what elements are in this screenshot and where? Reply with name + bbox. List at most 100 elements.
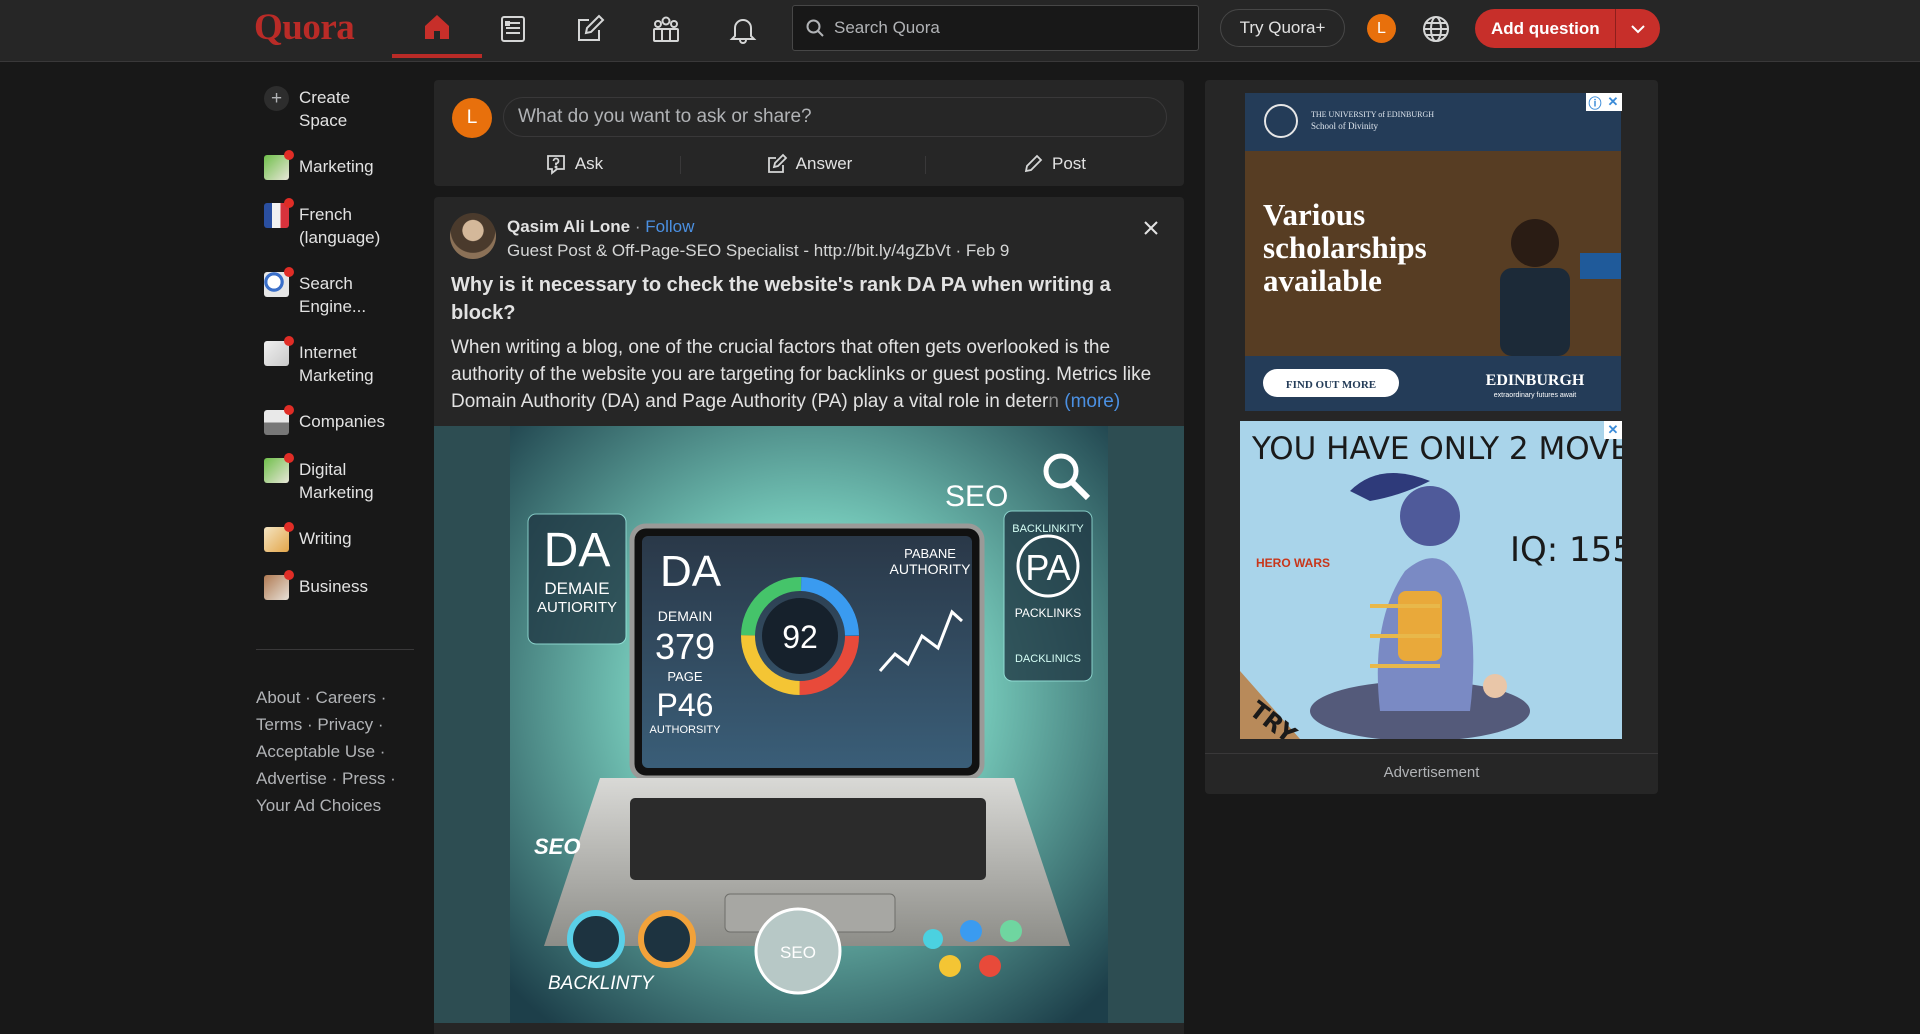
footer-link-terms[interactable]: Terms [256,715,302,734]
sidebar-item-business[interactable]: Business [256,569,416,607]
ad-close-icon[interactable]: ✕ [1604,421,1622,439]
page-authority-label: AUTHORSITY [650,724,722,736]
page-label: PAGE [667,669,702,684]
footer-link-careers[interactable]: Careers [316,688,376,707]
create-space-button[interactable]: + Create Space [256,80,416,139]
ad1-cta-label: FIND OUT MORE [1286,379,1376,391]
ad-info-icon[interactable]: ⓘ [1586,93,1604,111]
post-button[interactable]: Post [994,147,1114,181]
author-avatar[interactable] [450,213,496,259]
sidebar-item-label: Business [299,577,368,596]
sidebar-item-label: Companies [299,412,385,431]
ask-icon [546,155,565,175]
footer-link-press[interactable]: Press [342,769,385,788]
gauge-value: 92 [782,619,818,655]
footer-link-ad-choices[interactable]: Your Ad Choices [256,796,381,815]
ad1-school: School of Divinity [1311,121,1378,131]
answer-label: Answer [795,154,853,173]
unread-dot [284,453,294,463]
marketing-space-icon [264,150,294,180]
footer-link-privacy[interactable]: Privacy [317,715,373,734]
feed-post-card: Qasim Ali Lone · Follow Guest Post & Off… [434,197,1184,1034]
digital-marketing-space-icon [264,453,294,483]
answer-button[interactable]: Answer [734,147,884,181]
advertisement-column: THE UNIVERSITY of EDINBURGH School of Di… [1205,80,1658,794]
try-quora-plus-button[interactable]: Try Quora+ [1220,9,1345,47]
spaces-sidebar: + Create Space Marketing French (languag… [256,80,416,617]
add-question-button[interactable]: Add question [1475,9,1660,48]
user-avatar[interactable]: L [452,98,492,138]
chevron-down-icon[interactable] [1616,20,1660,38]
seo-laptop-illustration: DA DEMAIE AUTIORITY SEO BACKLINKITY PA P… [510,426,1108,1023]
ad2-hero [1483,674,1507,698]
separator-dot: · [630,217,646,236]
more-link[interactable]: (more) [1064,391,1120,412]
follow-link[interactable]: Follow [645,217,694,236]
packlinks-label: PACKLINKS [1015,606,1081,620]
ad-close-icon[interactable]: ✕ [1604,93,1622,111]
user-avatar[interactable]: L [1367,14,1396,43]
edinburgh-ad[interactable]: THE UNIVERSITY of EDINBURGH School of Di… [1245,93,1621,411]
footer-link-advertise[interactable]: Advertise [256,769,327,788]
search-input[interactable] [834,18,1174,38]
author-credential[interactable]: Guest Post & Off-Page-SEO Specialist - h… [507,241,1009,261]
screen-da-label: DA [660,547,722,596]
footer-link-about[interactable]: About [256,688,300,707]
answer-divider [925,156,926,174]
unread-dot [284,267,294,277]
business-space-icon [264,570,294,600]
ad2-iq: IQ: 155 [1510,530,1622,570]
close-icon[interactable] [1138,215,1164,241]
seo-top-label: SEO [945,480,1008,513]
unread-dot [284,336,294,346]
autiority-label: AUTIORITY [537,599,617,616]
bottom-button-4 [939,955,961,977]
quora-logo[interactable]: Quora [254,6,355,49]
sidebar-footer-links: About · Careers · Terms · Privacy · Acce… [256,688,396,815]
sidebar-item-search-engine[interactable]: Search Engine... [256,266,416,325]
sidebar-item-label: Digital Marketing [299,460,374,502]
ad1-blue-block [1580,253,1621,279]
sidebar-item-marketing[interactable]: Marketing [256,149,416,187]
ask-button[interactable]: Ask [514,147,634,181]
ask-divider [680,156,681,174]
sidebar-item-companies[interactable]: Companies [256,404,416,442]
globe-icon[interactable] [1420,13,1452,45]
ad2-headline: YOU HAVE ONLY 2 MOVES [1251,431,1622,467]
add-question-label: Add question [1491,18,1600,38]
sidebar-item-writing[interactable]: Writing [256,521,416,559]
backlinkity-top-label: BACKLINKITY [1012,523,1084,535]
search-box[interactable] [792,5,1199,51]
ad2-game-logo: HERO WARS [1256,556,1330,570]
ad1-university: THE UNIVERSITY of EDINBURGH [1311,110,1434,119]
dacklinics-label: DACKLINICS [1015,653,1081,665]
post-image[interactable]: DA DEMAIE AUTIORITY SEO BACKLINKITY PA P… [434,426,1184,1023]
answer-body[interactable]: When writing a blog, one of the crucial … [451,334,1171,415]
search-icon [806,19,824,37]
seo-button-label: SEO [780,943,816,962]
ask-share-input[interactable]: What do you want to ask or share? [503,97,1167,137]
author-name[interactable]: Qasim Ali Lone [507,217,630,236]
ask-label: Ask [574,154,604,173]
backlinty-label: BACKLINTY [548,973,655,994]
sidebar-item-internet-marketing[interactable]: Internet Marketing [256,335,416,394]
authority-label: AUTHORITY [890,561,972,577]
sidebar-item-french-language[interactable]: French (language) [256,197,416,256]
notifications-icon[interactable] [698,0,788,58]
question-title[interactable]: Why is it necessary to check the website… [451,271,1166,327]
top-navigation-bar: Quora Try Quora+ L Add question [0,0,1920,62]
ask-share-box: L What do you want to ask or share? Ask … [434,80,1184,186]
companies-space-icon [264,405,294,435]
pabane-label: PABANE [904,546,956,561]
page-value: P46 [657,687,714,723]
bottom-button-2 [960,920,982,942]
sidebar-item-label: Internet Marketing [299,343,374,385]
hero-wars-ad[interactable]: YOU HAVE ONLY 2 MOVES IQ: 155 HERO WARS … [1240,421,1622,739]
create-space-label: Create Space [299,88,351,130]
sidebar-item-digital-marketing[interactable]: Digital Marketing [256,452,416,511]
footer-link-acceptable-use[interactable]: Acceptable Use [256,742,375,761]
ad1-person-body [1500,268,1570,356]
ad1-headline-2: scholarships [1263,230,1427,265]
sidebar-item-label: Search Engine... [299,274,367,316]
bottom-button-5 [979,955,1001,977]
